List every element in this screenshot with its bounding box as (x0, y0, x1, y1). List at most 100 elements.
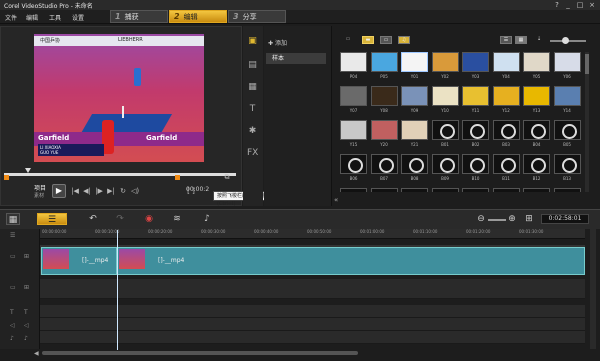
trim-end-marker[interactable] (175, 175, 180, 180)
library-thumbnail[interactable] (340, 52, 367, 72)
library-thumbnail[interactable] (431, 120, 459, 140)
track-manager-icon[interactable]: ☰ (10, 231, 20, 241)
library-thumbnail[interactable] (553, 52, 581, 72)
timeline-view-button[interactable]: ☰ (37, 213, 67, 225)
menu-edit[interactable]: 编辑 (26, 13, 38, 22)
project-mode-label[interactable]: 项目 (34, 183, 46, 192)
timeline-vertical-scrollbar[interactable] (590, 229, 596, 349)
thumb-size-slider-knob[interactable] (562, 37, 569, 44)
library-thumbnail[interactable] (523, 154, 550, 174)
library-thumbnail[interactable] (523, 120, 550, 140)
video-preview[interactable]: 中国乒协 LIEBHERR Garfield Garfield LI XIAOX… (34, 34, 204, 162)
library-thumbnail[interactable] (492, 154, 520, 174)
fit-project-icon[interactable]: ⊞ (522, 213, 536, 225)
library-thumbnail[interactable] (370, 52, 398, 72)
graphic-category-icon[interactable]: ▦ (247, 82, 258, 93)
filter-category-icon[interactable]: FX (247, 148, 258, 159)
play-button[interactable]: ▶ (52, 184, 66, 198)
library-thumbnail[interactable] (492, 52, 520, 72)
library-thumbnail[interactable] (401, 188, 428, 192)
maximize-button[interactable]: □ (575, 0, 585, 10)
scroll-left-icon[interactable]: ◀ (34, 350, 39, 357)
library-thumbnail[interactable] (401, 86, 428, 106)
title-track-lock-icon[interactable]: T (24, 308, 34, 318)
library-thumbnail[interactable] (462, 86, 489, 106)
library-scrollbar-thumb[interactable] (585, 54, 589, 74)
library-thumbnail[interactable] (370, 120, 398, 140)
step-share-tab[interactable]: 3 分享 (228, 10, 286, 23)
library-thumbnail[interactable] (401, 154, 428, 174)
split-clip-icon[interactable]: ⧉ (222, 172, 232, 182)
menu-settings[interactable]: 设置 (72, 13, 84, 22)
video-track-lock-icon[interactable]: ⊞ (24, 252, 34, 262)
add-folder-button[interactable]: ✚ 添加 (268, 38, 287, 47)
library-thumbnail[interactable] (462, 188, 489, 192)
close-button[interactable]: × (587, 0, 597, 10)
library-thumbnail[interactable] (431, 188, 459, 192)
menu-tools[interactable]: 工具 (49, 13, 61, 22)
thumbnail-view-icon[interactable]: ▦ (515, 36, 527, 44)
volume-icon[interactable]: ◁) (130, 186, 140, 196)
library-thumbnail[interactable] (523, 86, 550, 106)
library-thumbnail[interactable] (553, 154, 581, 174)
help-button[interactable]: ? (552, 0, 562, 10)
next-frame-icon[interactable]: |▶ (94, 186, 104, 196)
library-thumbnail[interactable] (370, 188, 398, 192)
library-thumbnail[interactable] (492, 86, 520, 106)
library-thumbnail[interactable] (492, 188, 520, 192)
library-thumbnail[interactable] (553, 120, 581, 140)
voice-track-lock-icon[interactable]: ◁ (24, 321, 34, 331)
go-end-icon[interactable]: ▶| (106, 186, 116, 196)
overlay-track-lock-icon[interactable]: ⊞ (24, 283, 34, 293)
media-category-icon[interactable]: ▣ (247, 36, 258, 47)
trim-start-marker[interactable] (4, 175, 9, 180)
minimize-button[interactable]: _ (563, 0, 573, 10)
menu-file[interactable]: 文件 (5, 13, 17, 22)
zoom-in-icon[interactable]: ⊕ (505, 213, 519, 225)
library-thumbnail[interactable] (523, 52, 550, 72)
sample-folder-item[interactable]: 样本 (266, 53, 326, 64)
record-capture-icon[interactable]: ◉ (142, 213, 156, 225)
clip-mode-label[interactable]: 素材 (34, 192, 44, 199)
timeline-horizontal-scrollbar[interactable] (42, 351, 358, 355)
timeline-clip-1[interactable]: []-__mp4 (41, 247, 117, 275)
undo-icon[interactable]: ↶ (86, 213, 100, 225)
library-thumbnail[interactable] (431, 154, 459, 174)
show-audio-toggle[interactable]: ♫ (398, 36, 410, 44)
prev-frame-icon[interactable]: ◀| (82, 186, 92, 196)
zoom-out-icon[interactable]: ⊖ (474, 213, 488, 225)
library-thumbnail[interactable] (462, 52, 489, 72)
step-capture-tab[interactable]: 1 捕获 (110, 10, 168, 23)
library-thumbnail[interactable] (340, 188, 367, 192)
scrubber-track[interactable] (4, 173, 236, 176)
repeat-icon[interactable]: ↻ (118, 186, 128, 196)
library-thumbnail[interactable] (340, 120, 367, 140)
show-video-toggle[interactable]: ▬ (362, 36, 374, 44)
list-view-icon[interactable]: ☰ (500, 36, 512, 44)
storyboard-view-button[interactable]: ▦ (6, 213, 20, 225)
auto-music-icon[interactable]: ♪ (200, 213, 214, 225)
preview-timecode[interactable]: 00:00:2 (186, 186, 209, 193)
timeline-clip-2[interactable]: []-__mp4 (117, 247, 585, 275)
library-thumbnail[interactable] (492, 120, 520, 140)
zoom-slider[interactable] (488, 219, 506, 221)
library-thumbnail[interactable] (523, 188, 550, 192)
go-start-icon[interactable]: |◀ (70, 186, 80, 196)
library-thumbnail[interactable] (553, 86, 581, 106)
sort-icon[interactable]: ⇣ (533, 36, 545, 44)
redo-icon[interactable]: ↷ (113, 213, 127, 225)
library-thumbnail[interactable] (431, 52, 459, 72)
library-thumbnail[interactable] (340, 154, 367, 174)
library-thumbnail[interactable] (370, 86, 398, 106)
step-edit-tab[interactable]: 2 编辑 (169, 10, 227, 23)
graphic-shapes-icon[interactable]: ✱ (247, 126, 258, 137)
library-thumbnail[interactable] (462, 154, 489, 174)
library-thumbnail[interactable] (431, 86, 459, 106)
library-thumbnail[interactable] (401, 120, 428, 140)
collapse-library-icon[interactable]: « (334, 196, 338, 204)
library-thumbnail[interactable] (462, 120, 489, 140)
library-thumbnail[interactable] (553, 188, 581, 192)
library-thumbnail[interactable] (370, 154, 398, 174)
title-category-icon[interactable]: T (247, 104, 258, 115)
open-folder-icon[interactable]: ▭ (342, 36, 354, 44)
